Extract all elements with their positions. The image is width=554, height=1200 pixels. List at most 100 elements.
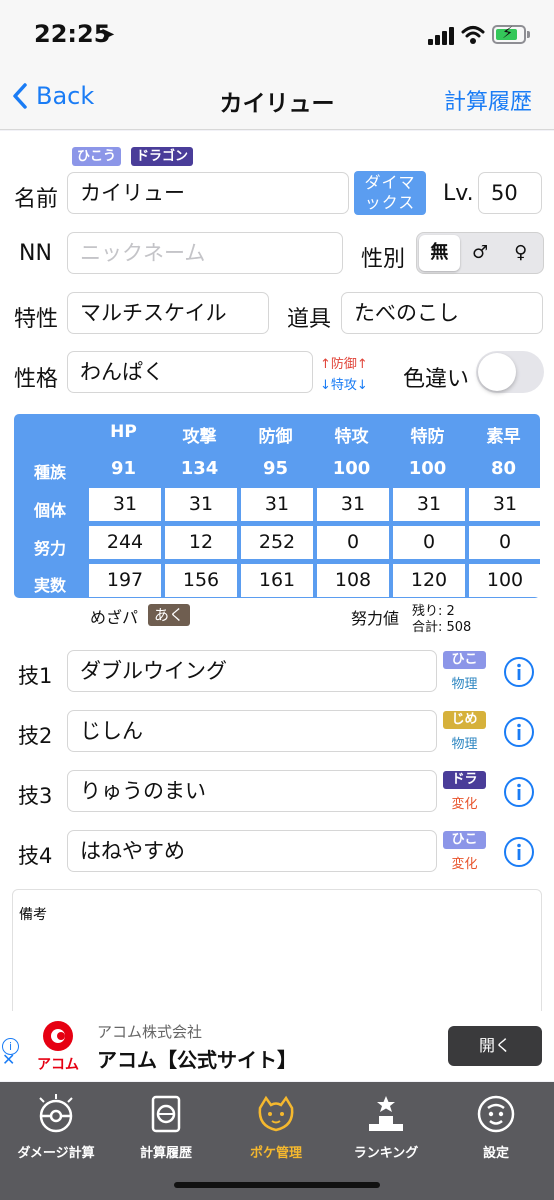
dynamax-button[interactable]: ダイマ ックス xyxy=(354,171,426,215)
cellular-signal-icon xyxy=(428,27,456,45)
svg-text:アコム: アコム xyxy=(37,1057,79,1073)
move-2-type-badge: じめ xyxy=(443,711,486,729)
ad-title[interactable]: アコム【公式サイト】 xyxy=(97,1044,297,1073)
gender-label: 性別 xyxy=(361,247,406,272)
hidden-power-type-badge[interactable]: あく xyxy=(148,604,191,626)
ability-field[interactable]: マルチスケイル xyxy=(67,292,269,334)
iv-field[interactable]: 31 xyxy=(165,488,237,521)
type-badge-dragon: ドラゴン xyxy=(131,147,194,166)
row-label-ev: 努力 xyxy=(33,539,66,558)
ev-field[interactable]: 0 xyxy=(393,526,465,559)
ev-field[interactable]: 0 xyxy=(469,526,541,559)
ability-label: 特性 xyxy=(14,307,59,332)
tab-poke-manage[interactable]: ポケ管理 xyxy=(221,1092,331,1161)
iv-field[interactable]: 31 xyxy=(241,488,313,521)
move-3-label: 技3 xyxy=(18,784,53,808)
gender-selector[interactable]: 無 ♂ ♀ xyxy=(416,232,544,274)
tab-damage-calc[interactable]: ダメージ計算 xyxy=(1,1092,111,1161)
move-4-type-badge: ひこ xyxy=(443,831,486,849)
base-stat-value: 100 xyxy=(408,458,447,479)
ev-field[interactable]: 244 xyxy=(89,526,161,559)
poke-manage-icon xyxy=(258,1095,294,1132)
move-3-type-badge: ドラ xyxy=(443,771,486,789)
base-stat-value: 134 xyxy=(180,458,219,479)
nature-boost-text: ↑防御↑ xyxy=(320,357,368,372)
nature-field[interactable]: わんぱく xyxy=(67,351,313,393)
location-arrow-icon: ➤ xyxy=(100,24,116,45)
base-stat-value: 80 xyxy=(490,458,517,479)
iv-field[interactable]: 31 xyxy=(89,488,161,521)
gender-option-female[interactable]: ♀ xyxy=(500,235,541,271)
actual-stat-field[interactable]: 197 xyxy=(89,564,161,597)
history-icon xyxy=(151,1095,181,1133)
nature-label: 性格 xyxy=(14,367,59,392)
damage-calc-icon xyxy=(39,1094,73,1133)
pokemon-edit-form: ひこう ドラゴン 名前 カイリュー ダイマ ックス Lv. 50 NN ニックネ… xyxy=(0,131,554,1029)
actual-stat-field[interactable]: 161 xyxy=(241,564,313,597)
stat-header-defense: 防御 xyxy=(258,427,293,447)
settings-icon xyxy=(477,1095,515,1133)
stat-header-speed: 素早 xyxy=(486,427,521,447)
back-button[interactable]: Back xyxy=(12,82,94,110)
tab-ranking[interactable]: ランキング xyxy=(331,1092,441,1161)
move-1-field[interactable]: ダブルウイング xyxy=(67,650,437,692)
back-label: Back xyxy=(36,82,95,110)
move-2-info-icon[interactable] xyxy=(503,716,535,748)
gender-option-male[interactable]: ♂ xyxy=(460,235,501,271)
move-1-label: 技1 xyxy=(18,664,53,688)
ev-field[interactable]: 0 xyxy=(317,526,389,559)
acom-logo: アコム xyxy=(37,1021,79,1073)
move-4-label: 技4 xyxy=(18,844,53,868)
stat-header-sp-attack: 特攻 xyxy=(334,427,369,447)
move-4-info-icon[interactable] xyxy=(503,836,535,868)
type-badge-flying: ひこう xyxy=(72,147,122,166)
move-2-field[interactable]: じしん xyxy=(67,710,437,752)
stats-panel: HP 攻撃 防御 特攻 特防 素早 種族 個体 努力 実数 91 134 95 … xyxy=(14,414,541,598)
tab-history[interactable]: 計算履歴 xyxy=(111,1092,221,1161)
hidden-power-label: めざパ xyxy=(90,608,139,627)
move-1-type-badge: ひこ xyxy=(443,651,486,669)
actual-stat-field[interactable]: 100 xyxy=(469,564,541,597)
stat-header-sp-defense: 特防 xyxy=(410,427,445,447)
base-stat-value: 100 xyxy=(332,458,371,479)
stat-header-hp: HP xyxy=(110,422,137,442)
nickname-label: NN xyxy=(19,241,52,266)
move-4-category: 変化 xyxy=(451,857,478,872)
level-field[interactable]: 50 xyxy=(478,172,542,214)
row-label-iv: 個体 xyxy=(33,501,66,520)
ad-open-button[interactable]: 開く xyxy=(448,1026,542,1066)
name-field[interactable]: カイリュー xyxy=(67,172,349,214)
charging-bolt-icon: ⚡ xyxy=(502,23,514,42)
ev-field[interactable]: 12 xyxy=(165,526,237,559)
gender-option-none[interactable]: 無 xyxy=(419,235,460,271)
ev-summary-label: 努力値 xyxy=(351,609,400,628)
actual-stat-field[interactable]: 120 xyxy=(393,564,465,597)
item-field[interactable]: たべのこし xyxy=(341,292,543,334)
history-button[interactable]: 計算履歴 xyxy=(444,84,532,116)
nature-drop-text: ↓特攻↓ xyxy=(320,378,368,393)
move-4-field[interactable]: はねやすめ xyxy=(67,830,437,872)
status-bar: 22:25 ➤ ⚡ xyxy=(0,0,554,70)
nickname-field[interactable]: ニックネーム xyxy=(67,232,343,274)
iv-field[interactable]: 31 xyxy=(317,488,389,521)
move-1-info-icon[interactable] xyxy=(503,656,535,688)
ev-field[interactable]: 252 xyxy=(241,526,313,559)
ad-close-icon[interactable]: ✕ xyxy=(2,1050,15,1069)
move-3-info-icon[interactable] xyxy=(503,776,535,808)
iv-field[interactable]: 31 xyxy=(393,488,465,521)
actual-stat-field[interactable]: 108 xyxy=(317,564,389,597)
wifi-icon xyxy=(461,26,485,44)
tab-settings[interactable]: 設定 xyxy=(441,1092,551,1161)
shiny-toggle[interactable] xyxy=(476,351,544,393)
move-3-field[interactable]: りゅうのまい xyxy=(67,770,437,812)
shiny-label: 色違い xyxy=(403,367,470,392)
home-indicator xyxy=(174,1182,380,1188)
move-2-category: 物理 xyxy=(451,737,478,752)
name-label: 名前 xyxy=(14,187,59,212)
iv-field[interactable]: 31 xyxy=(469,488,541,521)
item-label: 道具 xyxy=(287,307,332,332)
memo-field[interactable]: 備考 xyxy=(12,889,542,1029)
base-stat-value: 91 xyxy=(110,458,137,479)
actual-stat-field[interactable]: 156 xyxy=(165,564,237,597)
navigation-bar: Back カイリュー 計算履歴 xyxy=(0,70,554,130)
